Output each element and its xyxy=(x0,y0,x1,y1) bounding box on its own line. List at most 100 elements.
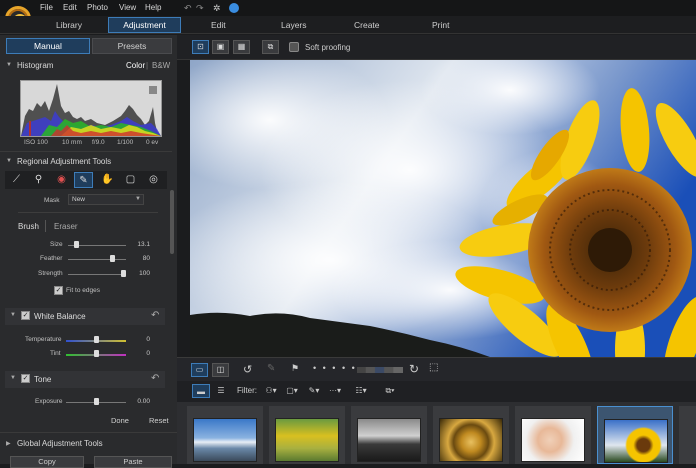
feather-slider-track[interactable] xyxy=(68,259,126,260)
thumbnail-5[interactable] xyxy=(515,406,591,464)
single-view-icon[interactable]: ⊡ xyxy=(192,40,209,54)
filter-more-icon[interactable]: ···▾ xyxy=(325,384,345,398)
mask-dropdown[interactable]: New ▼ xyxy=(68,194,144,205)
feather-slider-thumb[interactable] xyxy=(110,255,115,262)
strength-slider-thumb[interactable] xyxy=(121,270,126,277)
thumbnail-6-selected[interactable] xyxy=(597,406,673,464)
white-balance-checkbox[interactable]: ✓ xyxy=(21,311,30,320)
second-display-icon[interactable]: ⧉ xyxy=(262,40,279,54)
sort-icon[interactable]: ☷▾ xyxy=(351,384,371,398)
fit-to-edges-label: Fit to edges xyxy=(66,287,100,294)
thumbnail-7[interactable] xyxy=(679,406,696,464)
tone-header[interactable]: ▼ ✓ Tone ↶ xyxy=(5,371,165,388)
mode-adjustment[interactable]: Adjustment xyxy=(108,17,181,33)
fit-view-icon[interactable]: ▭ xyxy=(191,363,208,377)
regional-tools-header[interactable]: ▼ Regional Adjustment Tools xyxy=(0,155,170,169)
thumbnail-1[interactable] xyxy=(187,406,263,464)
mode-create[interactable]: Create xyxy=(354,20,380,30)
copy-button[interactable]: Copy xyxy=(10,456,84,468)
menu-view[interactable]: View xyxy=(119,3,136,12)
global-tools-title: Global Adjustment Tools xyxy=(17,439,103,448)
reset-button[interactable]: Reset xyxy=(149,416,169,425)
done-button[interactable]: Done xyxy=(111,416,129,425)
mode-edit[interactable]: Edit xyxy=(211,20,226,30)
spot-removal-icon[interactable]: ✋ xyxy=(98,172,117,188)
red-eye-tool-icon[interactable]: ◉ xyxy=(52,172,71,188)
exif-iso: ISO 100 xyxy=(24,139,48,146)
feather-value[interactable]: 80 xyxy=(130,255,150,262)
rating-dots[interactable]: • • • • • xyxy=(313,363,357,373)
adjustment-brush-icon[interactable]: ⚲ xyxy=(29,172,48,188)
main-photo-canvas[interactable] xyxy=(190,60,696,357)
rotate-right-icon[interactable]: ↻ xyxy=(409,362,419,376)
temperature-slider-thumb[interactable] xyxy=(94,336,99,343)
eraser-mode-button[interactable]: Eraser xyxy=(54,222,78,231)
regional-tools-title: Regional Adjustment Tools xyxy=(17,157,112,166)
gradient-tool-icon[interactable]: ⟋ xyxy=(7,172,26,188)
color-label-swatches[interactable] xyxy=(357,367,403,373)
divider xyxy=(18,212,158,213)
menu-help[interactable]: Help xyxy=(145,3,161,12)
split-view-icon[interactable]: ◫ xyxy=(212,363,229,377)
eyedropper-icon[interactable]: ✎ xyxy=(267,363,275,374)
reset-icon[interactable]: ↶ xyxy=(151,373,159,384)
filter-frame-icon[interactable]: ▢▾ xyxy=(283,384,301,398)
histogram-header[interactable]: ▼ Histogram Color | B&W xyxy=(0,59,170,73)
soft-proofing-label: Soft proofing xyxy=(305,43,351,52)
mode-layers[interactable]: Layers xyxy=(281,20,307,30)
global-tools-header[interactable]: ▶ Global Adjustment Tools xyxy=(0,437,170,451)
filter-edit-icon[interactable]: ✎▾ xyxy=(305,384,323,398)
histogram-bw-toggle[interactable]: B&W xyxy=(152,61,170,70)
mode-print[interactable]: Print xyxy=(432,20,449,30)
thumbnail-4[interactable] xyxy=(433,406,509,464)
brush-tool-icon[interactable]: ✎ xyxy=(74,172,93,188)
tone-checkbox[interactable]: ✓ xyxy=(21,374,30,383)
filmstrip-view-icon[interactable]: ▬ xyxy=(192,384,210,398)
settings-icon[interactable]: ✲ xyxy=(213,3,221,14)
menu-edit[interactable]: Edit xyxy=(63,3,77,12)
filter-people-icon[interactable]: ⚇▾ xyxy=(261,384,281,398)
temperature-value[interactable]: 0 xyxy=(130,336,150,343)
thumbnail-3[interactable] xyxy=(351,406,427,464)
grid-view-icon[interactable]: ▦ xyxy=(233,40,250,54)
divider xyxy=(0,432,177,433)
soft-proofing-checkbox[interactable] xyxy=(289,42,299,52)
sunflower-photo xyxy=(190,60,696,357)
strength-slider-track[interactable] xyxy=(68,274,126,275)
radial-filter-icon[interactable]: ◎ xyxy=(144,172,163,188)
collapse-icon: ▼ xyxy=(6,62,12,68)
redo-icon[interactable]: ↷ xyxy=(196,3,204,14)
tab-manual[interactable]: Manual xyxy=(6,38,90,54)
histogram-color-toggle[interactable]: Color xyxy=(126,61,145,70)
size-value[interactable]: 13.1 xyxy=(130,241,150,248)
crop-tool-icon[interactable]: ▢ xyxy=(121,172,140,188)
paste-button[interactable]: Paste xyxy=(94,456,172,468)
thumbnail-2[interactable] xyxy=(269,406,345,464)
brush-mode-button[interactable]: Brush xyxy=(18,222,39,231)
tint-value[interactable]: 0 xyxy=(130,350,150,357)
collapse-icon: ▼ xyxy=(10,312,16,318)
reset-icon[interactable]: ↶ xyxy=(151,310,159,321)
rotate-icon[interactable]: ↺ xyxy=(243,363,252,376)
menu-file[interactable]: File xyxy=(40,3,53,12)
histogram-chart xyxy=(20,80,162,137)
exposure-value[interactable]: 0.00 xyxy=(130,398,150,405)
white-balance-title: White Balance xyxy=(34,312,86,321)
stack-icon[interactable]: ⧉▾ xyxy=(381,384,399,398)
notification-icon[interactable] xyxy=(229,3,239,13)
crop-icon[interactable]: ⬚ xyxy=(429,362,438,373)
exposure-slider-thumb[interactable] xyxy=(94,398,99,405)
tint-slider-thumb[interactable] xyxy=(94,350,99,357)
size-slider-thumb[interactable] xyxy=(74,241,79,248)
tab-presets[interactable]: Presets xyxy=(92,38,172,54)
undo-icon[interactable]: ↶ xyxy=(184,3,192,14)
menu-photo[interactable]: Photo xyxy=(87,3,108,12)
strength-value[interactable]: 100 xyxy=(130,270,150,277)
mode-library[interactable]: Library xyxy=(56,20,82,30)
compare-view-icon[interactable]: ▣ xyxy=(212,40,229,54)
flag-icon[interactable]: ⚑ xyxy=(291,363,299,374)
white-balance-header[interactable]: ▼ ✓ White Balance ↶ xyxy=(5,308,165,325)
fit-to-edges-checkbox[interactable]: ✓ xyxy=(54,286,63,295)
panel-scrollbar[interactable] xyxy=(170,190,174,254)
list-view-icon[interactable]: ☰ xyxy=(213,384,229,398)
